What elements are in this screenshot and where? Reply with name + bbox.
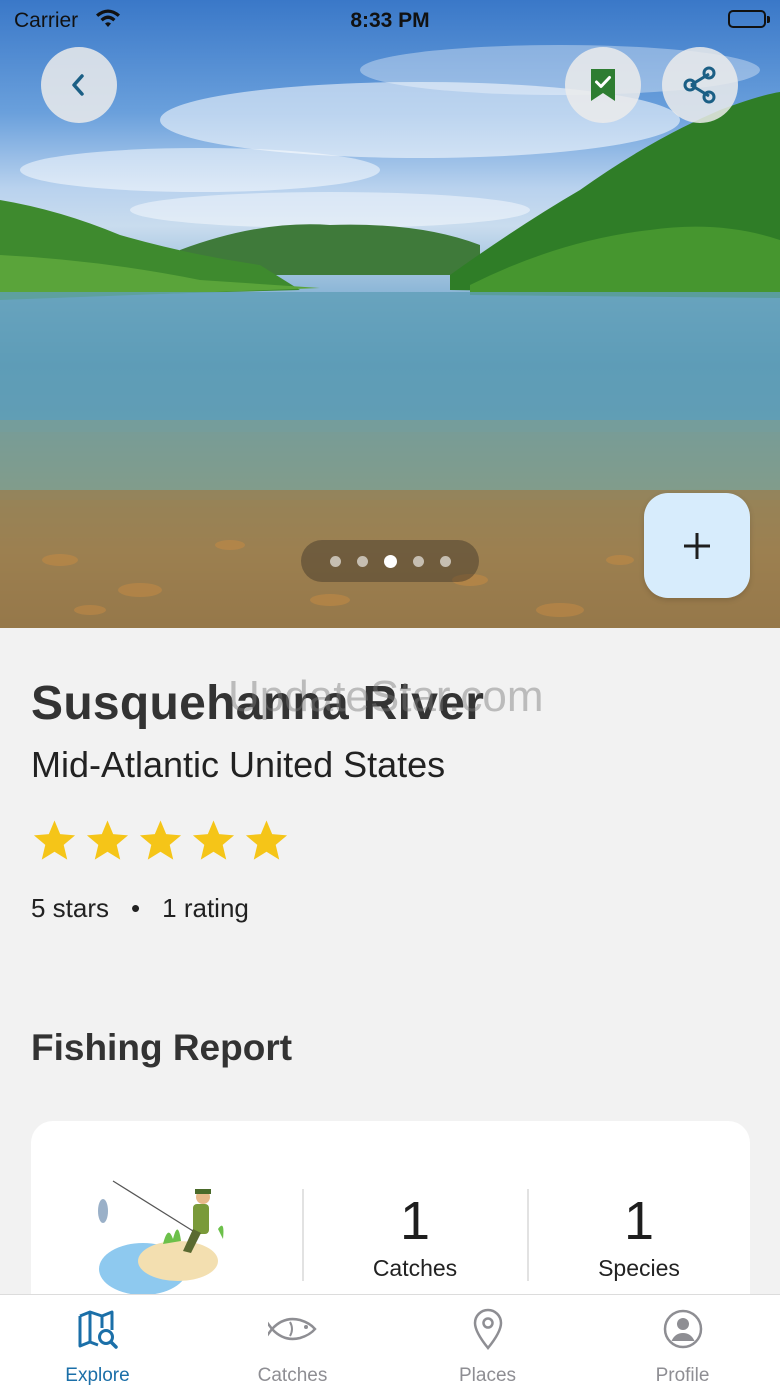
location-pin-icon bbox=[473, 1308, 502, 1350]
tab-catches[interactable]: Catches bbox=[195, 1295, 390, 1387]
back-button[interactable] bbox=[41, 47, 117, 123]
tab-profile[interactable]: Profile bbox=[585, 1295, 780, 1387]
share-button[interactable] bbox=[662, 47, 738, 123]
page-dot[interactable] bbox=[329, 555, 341, 567]
bookmark-check-icon bbox=[591, 69, 615, 101]
species-label: Species bbox=[598, 1255, 680, 1281]
watermark: UpdateStar.com bbox=[228, 672, 544, 721]
tab-explore[interactable]: Explore bbox=[0, 1295, 195, 1387]
star-icon bbox=[33, 820, 76, 860]
page-dot[interactable] bbox=[412, 555, 424, 567]
fish-icon bbox=[267, 1317, 317, 1341]
add-button[interactable] bbox=[644, 493, 750, 598]
plus-icon bbox=[684, 532, 710, 559]
page-dot-active[interactable] bbox=[383, 554, 397, 568]
bookmark-button[interactable] bbox=[565, 47, 641, 123]
tab-bar: Explore Catches Places Profile bbox=[0, 1294, 780, 1387]
map-search-icon bbox=[78, 1310, 118, 1349]
species-stat[interactable]: 1 Species bbox=[539, 1191, 739, 1282]
battery-icon bbox=[728, 10, 770, 28]
tab-label: Catches bbox=[257, 1365, 328, 1386]
species-count: 1 bbox=[623, 1191, 655, 1251]
star-icon bbox=[192, 820, 235, 860]
star-rating[interactable] bbox=[31, 818, 290, 864]
card-divider bbox=[527, 1189, 529, 1281]
tab-label: Explore bbox=[65, 1365, 130, 1386]
status-bar: Carrier 8:33 PM bbox=[0, 0, 780, 40]
fisherman-illustration bbox=[98, 1180, 224, 1295]
separator-dot: • bbox=[131, 893, 141, 923]
tab-label: Profile bbox=[655, 1365, 710, 1386]
place-region: Mid-Atlantic United States bbox=[31, 744, 446, 785]
page-dot[interactable] bbox=[439, 555, 451, 567]
share-icon bbox=[683, 66, 716, 104]
tab-places[interactable]: Places bbox=[390, 1295, 585, 1387]
card-divider bbox=[302, 1189, 304, 1281]
clock: 8:33 PM bbox=[350, 9, 430, 32]
catches-label: Catches bbox=[372, 1255, 458, 1281]
star-icon bbox=[139, 820, 182, 860]
tab-label: Places bbox=[458, 1365, 517, 1386]
star-icon bbox=[245, 820, 288, 860]
person-circle-icon bbox=[663, 1309, 702, 1349]
image-page-indicator[interactable] bbox=[301, 540, 479, 582]
stars-text: 5 stars bbox=[31, 893, 110, 923]
ratings-count: 1 rating bbox=[162, 893, 249, 923]
chevron-left-icon bbox=[72, 74, 84, 96]
fishing-report-card[interactable]: 1 Catches 1 Species bbox=[31, 1121, 750, 1321]
section-title-fishing-report: Fishing Report bbox=[31, 1027, 293, 1068]
page-dot[interactable] bbox=[356, 555, 368, 567]
catches-stat[interactable]: 1 Catches bbox=[315, 1191, 515, 1282]
rating-summary: 5 stars • 1 rating bbox=[31, 893, 249, 924]
star-icon bbox=[86, 820, 129, 860]
catches-count: 1 bbox=[399, 1191, 431, 1251]
